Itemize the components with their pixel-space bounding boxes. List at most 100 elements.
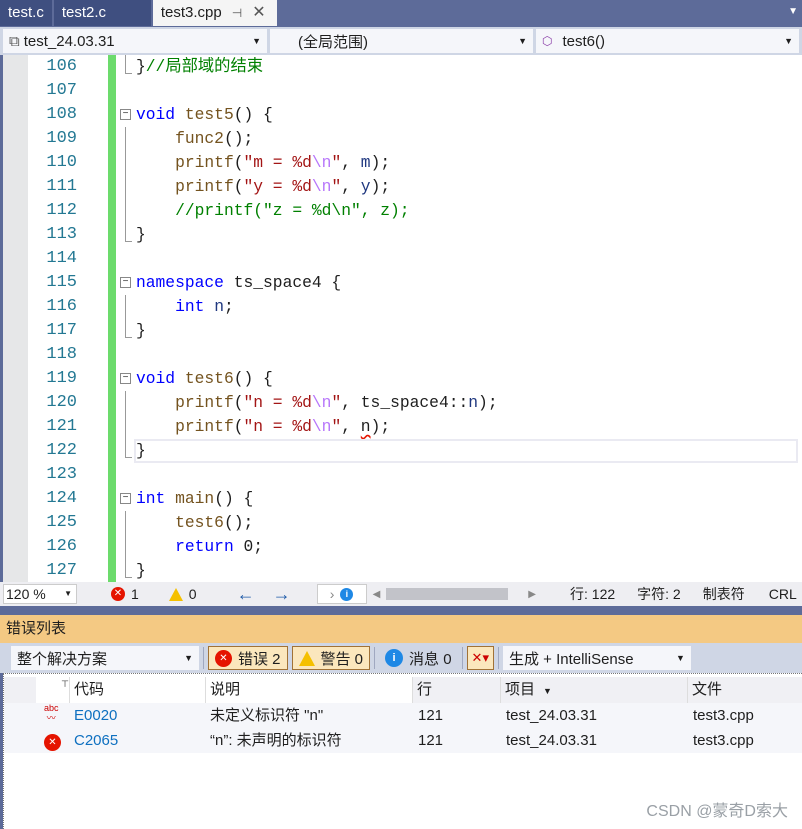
column-header-project[interactable]: 项目 ▼	[501, 677, 688, 703]
scope-filter-dropdown[interactable]: 整个解决方案 ▼	[11, 646, 199, 670]
tab-test-c[interactable]: test.c	[0, 0, 52, 26]
member-label: test6()	[562, 32, 605, 50]
code-token: test6	[175, 513, 224, 532]
line-ending[interactable]: CRL	[769, 586, 797, 602]
code-token: ,	[341, 417, 361, 436]
column-chooser-icon[interactable]: ⊤	[36, 677, 70, 703]
code-token: 0;	[233, 537, 264, 556]
error-code-link[interactable]: E0020	[74, 703, 117, 728]
line-number: 117	[46, 321, 77, 340]
tab-test2-c[interactable]: test2.c	[53, 0, 151, 26]
warning-icon[interactable]	[168, 587, 183, 601]
code-line[interactable]: 118	[0, 343, 802, 367]
error-file: test3.cpp	[693, 707, 754, 724]
document-tabs: test.c test2.c test3.cpp ⊣ ✕ ▼	[0, 0, 802, 27]
code-analysis-button[interactable]: › i	[316, 584, 367, 604]
code-line[interactable]: 121 printf("n = %d\n", n);	[0, 415, 802, 439]
code-line[interactable]: 111 printf("y = %d\n", y);	[0, 175, 802, 199]
code-line[interactable]: 115 − namespace ts_space4 {	[0, 271, 802, 295]
code-line[interactable]: 107	[0, 79, 802, 103]
code-line[interactable]: 123	[0, 463, 802, 487]
error-line: 121	[418, 732, 444, 749]
code-token: }	[136, 561, 146, 580]
code-token: main	[175, 489, 215, 508]
tab-test3-cpp[interactable]: test3.cpp ⊣ ✕	[152, 0, 277, 26]
code-token: (	[233, 153, 244, 172]
indent-mode[interactable]: 制表符	[703, 584, 745, 604]
error-row[interactable]: abc 〰 E0020 未定义标识符 "n" 121 test_24.03.31 …	[4, 703, 802, 728]
code-line[interactable]: 124 − int main() {	[0, 487, 802, 511]
messages-filter-button[interactable]: i 消息 0	[379, 646, 458, 670]
code-line[interactable]: 113}	[0, 223, 802, 247]
code-text: printf("y = %d\n", y);	[136, 175, 390, 199]
code-line[interactable]: 108 − void test5() {	[0, 103, 802, 127]
code-token: void	[136, 105, 176, 124]
code-text: func2();	[136, 127, 253, 151]
panel-divider	[0, 606, 802, 615]
code-token: m	[360, 153, 371, 172]
scope-dropdown[interactable]: (全局范围) ▼	[270, 29, 533, 53]
code-line[interactable]: 114	[0, 247, 802, 271]
code-token: func2	[175, 129, 224, 148]
zoom-dropdown[interactable]: 120 % ▼	[3, 584, 77, 604]
collapse-icon[interactable]: −	[120, 373, 131, 384]
collapse-icon[interactable]: −	[120, 277, 131, 288]
column-header-code[interactable]: 代码	[70, 677, 206, 703]
code-line[interactable]: 112 //printf("z = %d\n", z);	[0, 199, 802, 223]
code-line[interactable]: 127}	[0, 559, 802, 582]
code-text: //printf("z = %d\n", z);	[136, 199, 410, 223]
source-label: 生成 + IntelliSense	[508, 650, 634, 668]
code-line[interactable]: 126 return 0;	[0, 535, 802, 559]
project-dropdown[interactable]: ⧉ test_24.03.31 ▼	[3, 29, 267, 53]
arrow-left-icon[interactable]: ←	[237, 584, 255, 605]
code-line[interactable]: 117}	[0, 319, 802, 343]
error-icon[interactable]: ✕	[111, 587, 125, 601]
clear-filter-button[interactable]: ✕▾	[466, 646, 494, 670]
collapse-icon[interactable]: −	[120, 493, 131, 504]
code-editor[interactable]: 106}//局部域的结束 107 108− void test5() {109 fun…	[0, 55, 802, 582]
column-label: 代码	[74, 681, 105, 698]
pin-icon[interactable]: ⊣	[232, 0, 242, 26]
member-dropdown[interactable]: ⬡ test6() ▼	[536, 29, 799, 53]
error-count[interactable]: 1	[131, 586, 139, 602]
code-text: }	[136, 439, 146, 463]
code-line[interactable]: 109 func2();	[0, 127, 802, 151]
code-token: //局部域的结束	[145, 57, 264, 76]
tab-overflow-icon[interactable]: ▼	[788, 6, 798, 17]
chevron-down-icon: ▼	[784, 36, 793, 46]
scroll-left-icon[interactable]: ◀	[373, 589, 381, 600]
errors-filter-button[interactable]: ✕ 错误 2	[208, 646, 288, 670]
warning-count[interactable]: 0	[189, 586, 197, 602]
source-dropdown[interactable]: 生成 + IntelliSense ▼	[502, 646, 691, 670]
code-line[interactable]: 122}	[0, 439, 802, 463]
code-line[interactable]: 106}//局部域的结束	[0, 55, 802, 79]
error-code-link[interactable]: C2065	[74, 728, 118, 753]
column-label: 文件	[692, 681, 723, 698]
code-line[interactable]: 110 printf("m = %d\n", m);	[0, 151, 802, 175]
warnings-filter-button[interactable]: 警告 0	[291, 646, 371, 670]
error-list-title-text: 错误列表	[6, 620, 67, 637]
close-icon[interactable]: ✕	[252, 0, 265, 26]
code-line[interactable]: 120 printf("n = %d\n", ts_space4::n);	[0, 391, 802, 415]
code-token: namespace	[136, 273, 224, 292]
code-token: printf	[175, 153, 234, 172]
code-token: () {	[233, 369, 273, 388]
code-line[interactable]: 116 int n;	[0, 295, 802, 319]
column-header-line[interactable]: 行	[413, 677, 501, 703]
current-line-highlight	[134, 439, 798, 463]
code-line[interactable]: 125 test6();	[0, 511, 802, 535]
outline-guide	[125, 223, 126, 241]
arrow-right-icon[interactable]: →	[273, 584, 291, 605]
column-header-file[interactable]: 文件	[688, 677, 802, 703]
error-row[interactable]: ✕ C2065 “n”: 未声明的标识符 121 test_24.03.31 t…	[4, 728, 802, 753]
tab-label: test3.cpp	[160, 4, 222, 21]
scroll-right-icon[interactable]: ▶	[528, 589, 536, 600]
outline-guide	[125, 199, 126, 223]
code-line[interactable]: 119 − void test6() {	[0, 367, 802, 391]
column-header-description[interactable]: 说明	[206, 677, 413, 703]
horizontal-scrollbar-thumb[interactable]	[386, 588, 509, 600]
collapse-icon[interactable]: −	[120, 109, 131, 120]
